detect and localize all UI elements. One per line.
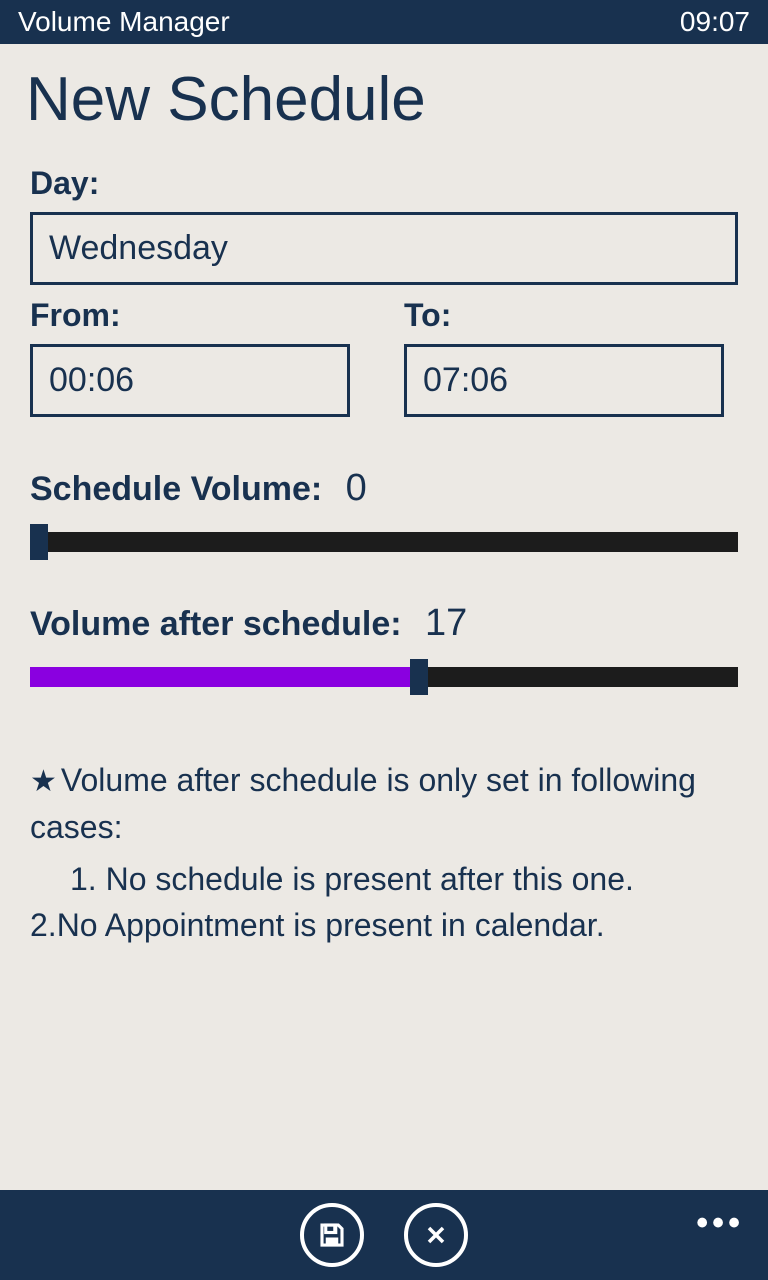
notes-line2: 2.No Appointment is present in calendar. (30, 902, 738, 948)
save-icon (317, 1220, 347, 1250)
to-label: To: (404, 297, 738, 334)
after-volume-value: 17 (425, 602, 467, 644)
slider-thumb[interactable] (30, 524, 48, 560)
close-icon (422, 1221, 450, 1249)
notes-line2-text: No Appointment is present in calendar. (57, 907, 605, 943)
slider-fill (30, 667, 419, 687)
schedule-volume-slider[interactable] (30, 532, 738, 552)
page-title: New Schedule (26, 64, 738, 135)
to-field[interactable]: 07:06 (404, 344, 724, 417)
content-area: New Schedule Day: Wednesday From: 00:06 … (0, 44, 768, 1190)
notes-line1: 1. No schedule is present after this one… (30, 856, 738, 902)
after-volume-label: Volume after schedule: 17 (30, 602, 738, 645)
day-field[interactable]: Wednesday (30, 212, 738, 285)
after-volume-slider[interactable] (30, 667, 738, 687)
notes-header-text: Volume after schedule is only set in fol… (30, 762, 696, 845)
from-label: From: (30, 297, 364, 334)
app-name: Volume Manager (18, 6, 230, 38)
app-bar: ••• (0, 1190, 768, 1280)
from-field[interactable]: 00:06 (30, 344, 350, 417)
notes-line2-num: 2. (30, 907, 57, 943)
after-volume-label-text: Volume after schedule: (30, 605, 402, 643)
notes-section: ★Volume after schedule is only set in fo… (30, 757, 738, 949)
more-button[interactable]: ••• (696, 1204, 744, 1243)
notes-header-line: ★Volume after schedule is only set in fo… (30, 757, 738, 850)
notes-line1-text: No schedule is present after this one. (106, 861, 634, 897)
slider-thumb[interactable] (410, 659, 428, 695)
cancel-button[interactable] (404, 1203, 468, 1267)
schedule-volume-value: 0 (346, 467, 367, 509)
schedule-volume-label-text: Schedule Volume: (30, 470, 322, 508)
star-icon: ★ (30, 765, 57, 798)
day-label: Day: (30, 165, 738, 202)
save-button[interactable] (300, 1203, 364, 1267)
clock: 09:07 (680, 6, 750, 38)
schedule-volume-label: Schedule Volume: 0 (30, 467, 738, 510)
notes-line1-num: 1. (70, 861, 97, 897)
status-bar: Volume Manager 09:07 (0, 0, 768, 44)
slider-track (30, 532, 738, 552)
